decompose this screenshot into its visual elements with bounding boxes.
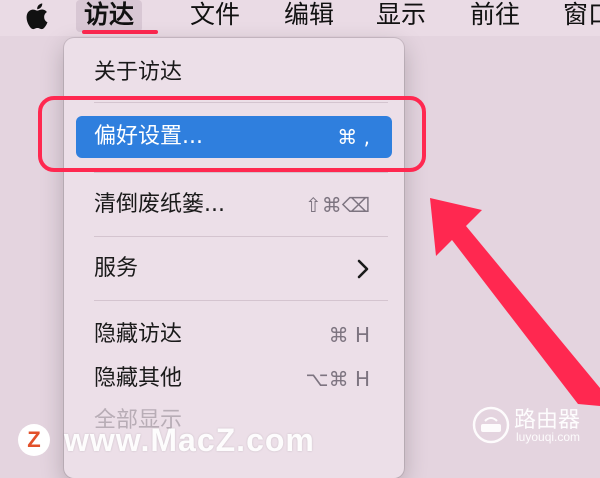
menu-file[interactable]: 文件 (190, 0, 240, 32)
router-icon (472, 406, 510, 444)
menu-view[interactable]: 显示 (376, 0, 426, 32)
menu-item-label: 关于访达 (94, 60, 183, 85)
shortcut-label: ⌘ H (328, 323, 370, 347)
shortcut-label: ⇧⌘⌫ (304, 193, 370, 217)
macz-logo: Z (18, 424, 50, 456)
menu-item-label: 隐藏其他 (94, 366, 183, 391)
menu-item-empty-trash[interactable]: 清倒废纸篓... ⇧⌘⌫ (76, 184, 392, 226)
menu-separator (94, 300, 388, 301)
shortcut-label: ⌥⌘ H (305, 367, 370, 391)
menu-item-hide-others[interactable]: 隐藏其他 ⌥⌘ H (76, 358, 392, 400)
menu-separator (94, 172, 388, 173)
menu-separator (94, 236, 388, 237)
watermark-text: www.MacZ.com (64, 422, 315, 458)
menu-edit[interactable]: 编辑 (284, 0, 334, 32)
menu-finder[interactable]: 访达 (76, 0, 143, 32)
watermark-subtitle: luyouqi.com (516, 430, 581, 444)
menu-item-label: 清倒废纸篓... (94, 192, 225, 217)
menu-item-about[interactable]: 关于访达 (76, 52, 392, 94)
menu-item-services[interactable]: 服务 (76, 248, 392, 290)
menu-item-label: 隐藏访达 (94, 322, 183, 347)
chevron-right-icon (357, 259, 369, 279)
menu-window[interactable]: 窗口 (563, 0, 600, 32)
apple-icon[interactable] (22, 1, 50, 31)
menu-bar: 访达 文件 编辑 显示 前往 窗口 (0, 0, 600, 36)
finder-underline-annotation (82, 30, 158, 34)
menu-go[interactable]: 前往 (470, 0, 520, 32)
watermark-luyouqi: 路由器 luyouqi.com (472, 402, 592, 460)
menu-item-label: 服务 (94, 256, 139, 281)
preferences-highlight-annotation (38, 96, 426, 172)
menu-item-hide-finder[interactable]: 隐藏访达 ⌘ H (76, 314, 392, 356)
